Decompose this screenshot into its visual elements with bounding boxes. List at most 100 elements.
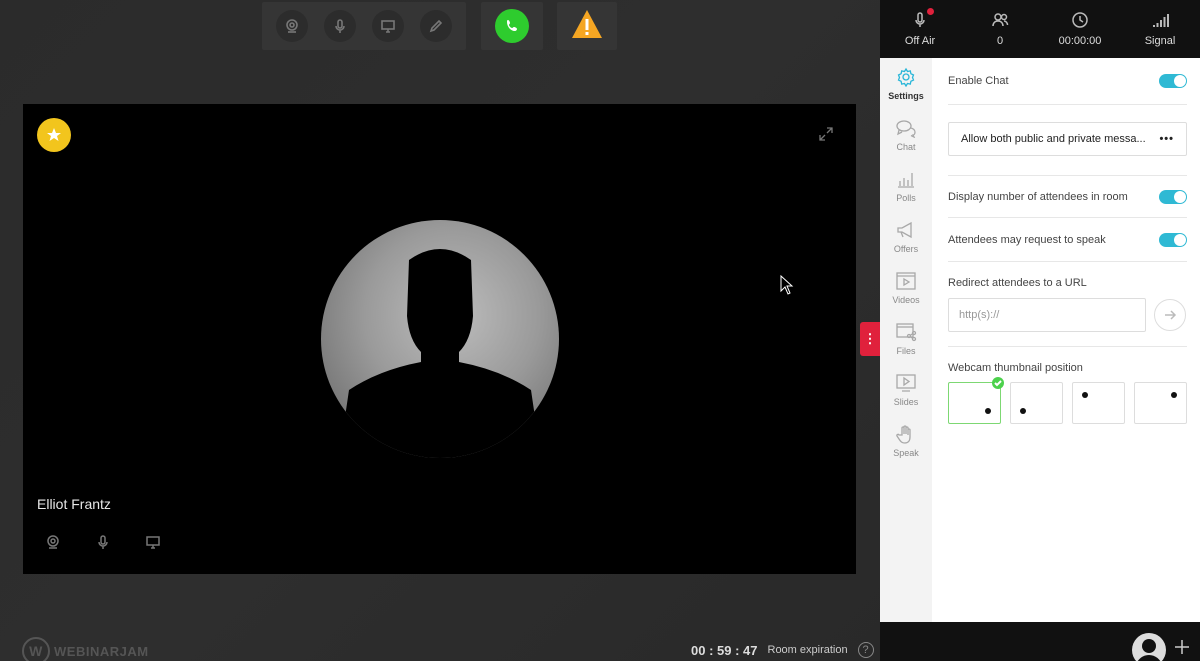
nav-settings[interactable]: Settings [880,58,932,109]
request-speak-row: Attendees may request to speak [948,218,1187,262]
thumb-position-bottom-left[interactable] [1010,382,1063,424]
off-air-status[interactable]: Off Air [880,0,960,58]
position-dot [1082,392,1088,398]
whiteboard-button[interactable] [420,10,452,42]
nav-label: Settings [888,90,924,101]
nav-label: Speak [893,447,919,458]
thumb-position-label: Webcam thumbnail position [948,362,1083,374]
plus-icon[interactable] [1174,639,1190,655]
redirect-row: Redirect attendees to a URL [948,274,1187,292]
media-controls [262,2,466,50]
webcam-icon[interactable] [45,534,61,550]
check-icon [992,377,1004,389]
thumb-position-bottom-right[interactable] [948,377,1004,424]
off-air-label: Off Air [904,35,936,47]
nav-chat[interactable]: Chat [880,109,932,160]
gear-icon [897,67,915,87]
thumb-position-top-left[interactable] [1072,382,1125,424]
monitor-icon [381,20,395,33]
redirect-url-input[interactable] [948,298,1146,332]
room-expiration: 00 : 59 : 47 Room expiration ? [691,642,874,658]
presenter-avatar [321,220,559,458]
thumb-position-row: Webcam thumbnail position [948,359,1187,377]
phone-icon [507,20,517,31]
stage: Elliot Frantz ⋮ W WEBINARJAM 00 : 59 : 4… [0,0,880,661]
screen-share-button[interactable] [372,10,404,42]
file-share-icon [896,322,917,341]
microphone-button[interactable] [324,10,356,42]
thumb-position-options [948,377,1187,424]
live-indicator-dot [927,8,934,15]
user-avatar[interactable] [1132,633,1166,661]
microphone-icon[interactable] [95,534,111,550]
redirect-label: Redirect attendees to a URL [948,277,1087,289]
thumb-position-top-right[interactable] [1134,382,1187,424]
nav-offers[interactable]: Offers [880,211,932,262]
chat-bubbles-icon [896,119,916,138]
signal-icon [1153,14,1169,27]
settings-panel: Enable Chat Allow both public and privat… [932,58,1200,622]
nav-label: Polls [896,192,916,203]
divider [948,346,1187,347]
nav-slides[interactable]: Slides [880,364,932,415]
timer-status: 00:00:00 [1040,0,1120,58]
redirect-submit-button[interactable] [1154,299,1186,331]
webinarjam-logo-icon: W [22,637,50,661]
chat-mode-select[interactable]: Allow both public and private messa... •… [948,122,1187,156]
mouse-cursor-icon [780,275,794,295]
call-button[interactable] [495,9,529,43]
presenter-controls [45,534,161,550]
users-icon [992,13,1009,27]
more-horizontal-icon: ••• [1159,133,1174,145]
panel-toggle-tab[interactable]: ⋮ [860,322,880,356]
video-player-icon [896,271,916,290]
warning-controls [557,2,617,50]
expand-icon[interactable] [818,126,834,142]
megaphone-icon [897,221,912,238]
expiration-countdown: 00 : 59 : 47 [691,642,758,658]
nav-speak[interactable]: Speak [880,415,932,466]
brand-logo: W WEBINARJAM [22,637,149,661]
clock-icon [1072,12,1088,28]
enable-chat-toggle[interactable] [1159,74,1187,88]
host-badge [37,118,71,152]
star-icon [47,128,61,141]
monitor-icon[interactable] [145,534,161,550]
raised-hand-icon [896,424,911,444]
webcam-button[interactable] [276,10,308,42]
display-attendees-label: Display number of attendees in room [948,190,1128,203]
presenter-video: Elliot Frantz [23,104,856,574]
position-dot [1020,408,1026,414]
pencil-icon [429,19,443,33]
nav-polls[interactable]: Polls [880,160,932,211]
nav-videos[interactable]: Videos [880,262,932,313]
position-dot [985,408,991,414]
nav-label: Files [896,345,916,356]
broadcast-status-bar: Off Air 0 00:00:00 Signal [880,0,1200,58]
microphone-icon [915,12,925,27]
nav-label: Offers [893,243,919,254]
arrow-right-icon [1165,310,1177,320]
enable-chat-label: Enable Chat [948,75,1009,87]
timer-value: 00:00:00 [1058,35,1102,47]
nav-files[interactable]: Files [880,313,932,364]
microphone-icon [335,19,345,33]
request-speak-toggle[interactable] [1159,232,1187,247]
brand-name: WEBINARJAM [54,643,149,659]
signal-status: Signal [1120,0,1200,58]
presentation-icon [896,373,916,392]
enable-chat-row: Enable Chat [948,58,1187,105]
attendees-status[interactable]: 0 [960,0,1040,58]
more-vertical-icon: ⋮ [863,331,877,346]
call-controls [481,2,543,50]
request-speak-label: Attendees may request to speak [948,233,1106,246]
webcam-icon [286,19,298,33]
position-dot [1171,392,1177,398]
display-attendees-row: Display number of attendees in room [948,176,1187,218]
warning-button[interactable] [570,8,604,45]
nav-label: Chat [896,141,916,152]
help-icon[interactable]: ? [857,642,874,658]
expiration-label: Room expiration [767,644,848,656]
display-attendees-toggle[interactable] [1159,189,1187,204]
presenter-name: Elliot Frantz [37,496,111,512]
